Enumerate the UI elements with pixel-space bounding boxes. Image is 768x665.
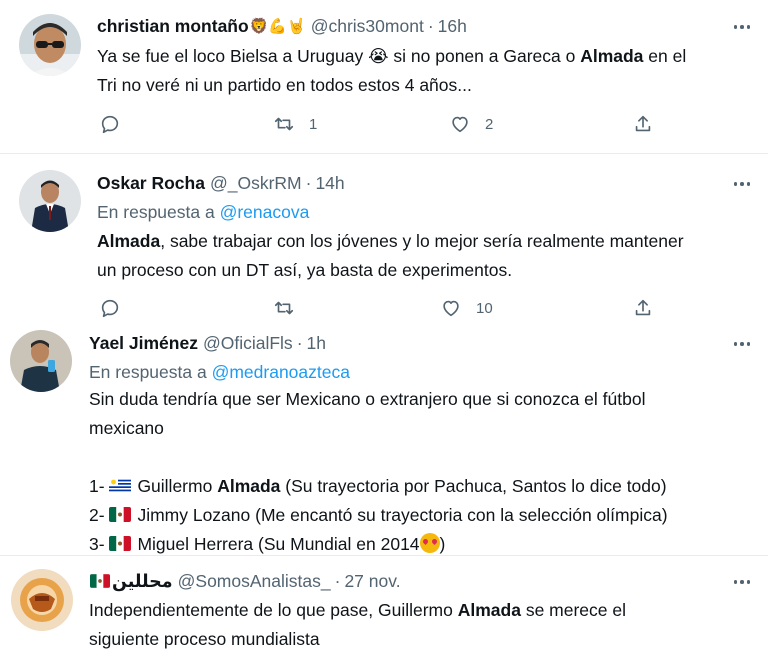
avatar[interactable] [11, 569, 73, 631]
retweet-icon [274, 301, 294, 315]
share-icon [635, 299, 651, 316]
tweet-text: Almada, sabe trabajar con los jóvenes y … [97, 227, 684, 285]
separator-dot: · [305, 172, 312, 193]
tweet-4[interactable]: محللين @SomosAnalistas_ · 27 nov. Indepe… [0, 556, 768, 665]
like-icon [443, 300, 459, 317]
text-segment: Guillermo [137, 476, 218, 496]
list-number: 1- [89, 476, 110, 496]
reply-context: En respuesta a @medranoazteca [89, 362, 350, 383]
tweet-text: Ya se fue el loco Bielsa a Uruguay 😭 si … [97, 42, 686, 100]
text-segment: Miguel Herrera (Su Mundial en 2014 [137, 534, 420, 554]
share-button[interactable] [632, 113, 654, 135]
more-icon[interactable] [730, 174, 754, 194]
like-count: 2 [485, 115, 494, 133]
text-segment: se merece el [520, 600, 626, 620]
like-icon [452, 116, 468, 133]
reply-prefix: En respuesta a [97, 202, 220, 222]
display-name[interactable]: Yael Jiménez [89, 333, 198, 354]
text-line: mexicano [89, 418, 164, 438]
highlight-term: Almada [580, 46, 644, 66]
avatar[interactable] [10, 330, 72, 392]
tweet-3[interactable]: Yael Jiménez @OficialFls · 1h En respues… [0, 322, 768, 554]
text-segment: , sabe trabajar con los jóvenes y lo mej… [160, 231, 684, 251]
tweet-1[interactable]: christian montaño 🦁💪🤘 @chris30mont · 16h… [0, 0, 768, 154]
tweet-header: christian montaño 🦁💪🤘 @chris30mont · 16h [97, 13, 467, 39]
text-segment: Jimmy Lozano (Me encantó su trayectoria … [137, 505, 668, 525]
separator-dot: · [334, 570, 341, 591]
timestamp[interactable]: 14h [315, 173, 344, 194]
user-handle[interactable]: @_OskrRM [210, 173, 302, 194]
text-segment: si no ponen a Gareca o [388, 46, 581, 66]
like-button[interactable]: 2 [449, 113, 493, 135]
highlight-term: Almada [217, 476, 281, 496]
crying-emoji: 😭 [368, 46, 389, 66]
text-line: Sin duda tendría que ser Mexicano o extr… [89, 389, 646, 409]
share-button[interactable] [632, 297, 654, 319]
reply-mention-link[interactable]: @renacova [220, 202, 310, 222]
retweet-icon [274, 117, 294, 131]
text-line: siguiente proceso mundialista [89, 629, 320, 649]
list-item: 1- Guillermo Almada (Su trayectoria por … [89, 472, 668, 501]
user-handle[interactable]: @SomosAnalistas_ [178, 571, 331, 592]
more-icon[interactable] [730, 334, 754, 354]
text-line: un proceso con un DT así, ya basta de ex… [97, 260, 513, 280]
name-emojis: 🦁💪🤘 [249, 18, 306, 35]
reply-mention-link[interactable]: @medranoazteca [212, 362, 350, 382]
reply-icon [101, 115, 119, 134]
text-segment: Ya se fue el loco Bielsa a Uruguay [97, 46, 369, 66]
tweet-2[interactable]: Oskar Rocha @_OskrRM · 14h En respuesta … [0, 154, 768, 322]
reply-icon [101, 299, 119, 318]
list-number: 3- [89, 534, 110, 554]
text-segment: en el [643, 46, 687, 66]
action-bar: 1 2 [97, 113, 657, 137]
retweet-count: 1 [309, 115, 318, 133]
user-handle[interactable]: @chris30mont [311, 16, 424, 37]
list-item: 2- Jimmy Lozano (Me encantó su trayector… [89, 501, 668, 530]
retweet-button[interactable]: 1 [273, 113, 317, 135]
user-handle[interactable]: @OficialFls [203, 333, 293, 354]
highlight-term: Almada [97, 231, 161, 251]
display-name[interactable]: محللين [112, 571, 173, 592]
retweet-button[interactable] [273, 297, 309, 319]
display-name[interactable]: christian montaño [97, 16, 249, 37]
display-name[interactable]: Oskar Rocha [97, 173, 205, 194]
action-bar: 10 [97, 297, 657, 321]
separator-dot: · [296, 332, 303, 353]
reply-prefix: En respuesta a [89, 362, 212, 382]
like-count: 10 [476, 299, 493, 317]
tweet-text: Independientemente de lo que pase, Guill… [89, 596, 626, 654]
reply-context: En respuesta a @renacova [97, 202, 309, 223]
mexico-flag-icon [90, 574, 110, 588]
tweet-header: Oskar Rocha @_OskrRM · 14h [97, 170, 345, 196]
share-icon [635, 115, 651, 132]
text-line: Tri no veré ni un partido en todos estos… [97, 75, 472, 95]
more-icon[interactable] [730, 572, 754, 592]
text-segment: Independientemente de lo que pase, Guill… [89, 600, 458, 620]
avatar[interactable] [19, 14, 81, 76]
separator-dot: · [427, 15, 434, 36]
timestamp[interactable]: 16h [438, 16, 467, 37]
uruguay-flag-icon [109, 478, 132, 493]
avatar[interactable] [19, 170, 81, 232]
text-segment: ) [439, 534, 446, 554]
mexico-flag-icon [109, 507, 132, 522]
timestamp[interactable]: 27 nov. [344, 571, 400, 592]
reply-button[interactable] [99, 297, 121, 319]
tweet-header: Yael Jiménez @OficialFls · 1h [89, 330, 326, 356]
tweet-text: Sin duda tendría que ser Mexicano o extr… [89, 385, 668, 559]
more-icon[interactable] [730, 17, 754, 37]
like-button[interactable]: 10 [440, 297, 493, 319]
timestamp[interactable]: 1h [307, 333, 326, 354]
text-segment: (Su trayectoria por Pachuca, Santos lo d… [280, 476, 667, 496]
star-struck-emoji-icon [419, 533, 440, 553]
mexico-flag-icon [109, 536, 132, 551]
highlight-term: Almada [457, 600, 521, 620]
reply-button[interactable] [99, 113, 121, 135]
tweet-header: محللين @SomosAnalistas_ · 27 nov. [90, 568, 401, 594]
list-number: 2- [89, 505, 110, 525]
